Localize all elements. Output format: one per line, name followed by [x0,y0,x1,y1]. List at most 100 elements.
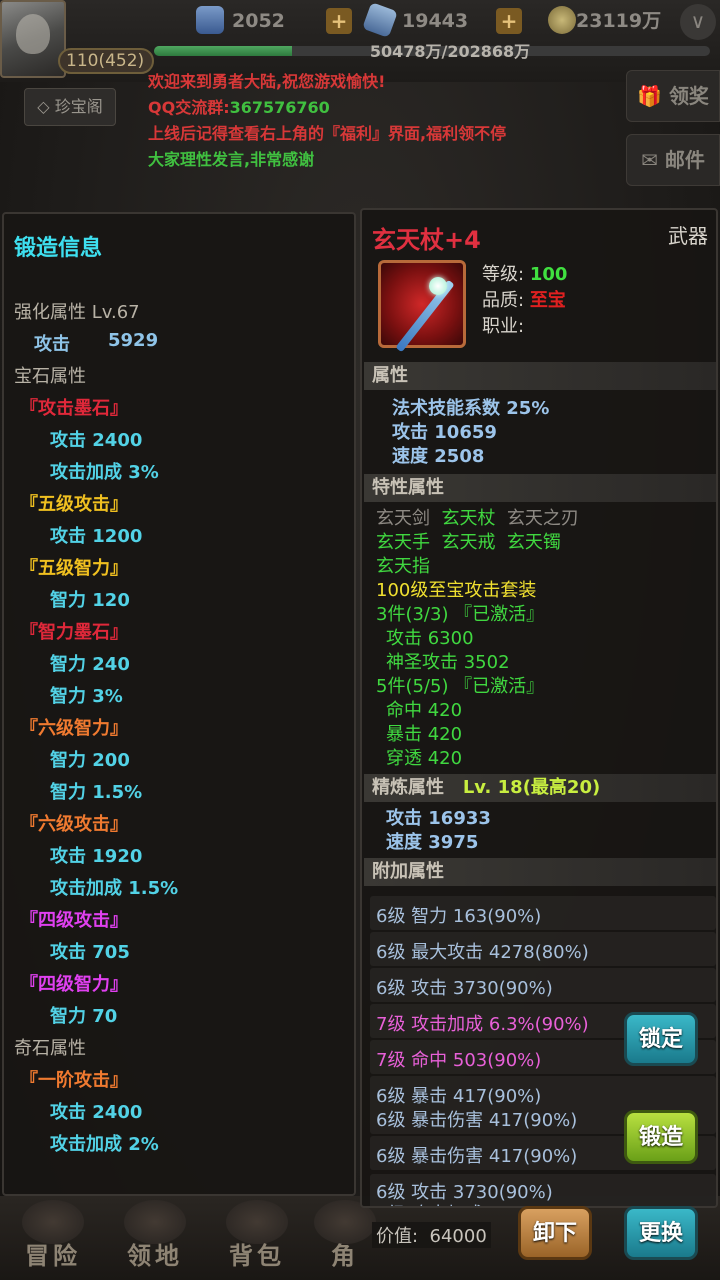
set-piece: 玄天镯 [506,532,561,553]
odd-gem-name: 『一阶攻击』 [20,1070,128,1091]
chat-qq-number: 367576760 [229,98,330,117]
lock-button[interactable]: 锁定 [624,1012,698,1066]
player-avatar[interactable] [0,0,66,78]
set-piece: 玄天戒 [441,532,496,553]
job-label: 职业: [482,316,525,337]
extra-attr: 6级 暴击伤害 417(90%) [376,1110,578,1131]
extra-attr: 6级 攻击 3730(90%) [376,978,553,999]
strengthen-stat-value: 5929 [108,330,159,351]
set-bonus-stat: 神圣攻击 3502 [386,652,510,673]
reward-button[interactable]: 🎁 领奖 [626,70,720,122]
gem-stat: 智力 70 [50,1006,118,1027]
quality-label: 品质: [482,290,525,311]
add-diamond-button[interactable]: + [326,8,352,34]
gem-stat: 智力 240 [50,654,130,675]
gold-coin-icon [548,6,576,34]
game-screen: { "topbar": { "level": "110(452)", "diam… [0,0,720,1280]
item-name: 玄天杖+4 [372,226,481,254]
set-piece: 玄天手 [376,532,430,553]
refine-stat: 速度 3975 [386,832,479,853]
set-title: 100级至宝攻击套装 [376,580,537,601]
forge-info-panel: 锻造信息 强化属性 Lv.67 攻击 5929 宝石属性 『攻击墨石』 攻击 2… [2,212,356,1196]
bottom-nav: 冒险 领地 背包 角 [0,1196,720,1280]
gem-stat: 攻击 705 [50,942,130,963]
chat-message-2: QQ交流群:367576760 [148,94,330,118]
nav-territory[interactable]: 领地 [110,1196,200,1280]
exp-bar-fill [154,46,293,56]
treasure-pavilion-button[interactable]: ◇ 珍宝阁 [24,88,116,126]
level-line: 等级: 100 [482,260,567,286]
unequip-button[interactable]: 卸下 [518,1206,592,1260]
attr-section-header: 属性 [364,362,716,390]
attr-line: 法术技能系数 25% [392,398,550,419]
extra-attr: 7级 命中 503(90%) [376,1050,542,1071]
set-piece: 玄天之刃 [506,508,579,529]
gem-stat: 攻击 1200 [50,526,143,547]
job-line: 职业: [482,312,524,338]
gem-stat: 智力 3% [50,686,123,707]
chat-message-4: 大家理性发言,非常感谢 [148,146,314,170]
mail-button[interactable]: ✉ 邮件 [626,134,720,186]
odd-gem-stat: 攻击加成 2% [50,1134,159,1155]
gem-name: 『五级攻击』 [20,494,128,515]
exp-text: 50478万/202868万 [369,42,531,61]
forge-button[interactable]: 锻造 [624,1110,698,1164]
gem-stat: 智力 200 [50,750,130,771]
level-indicator: 110(452) [58,48,154,74]
extra-attr: 6级 最大攻击 4278(80%) [376,942,589,963]
quality-line: 品质: 至宝 [482,286,566,312]
expand-chevron-icon[interactable]: ∨ [680,4,716,40]
diamond-count: 2052 [232,10,285,32]
nav-adventure[interactable]: 冒险 [8,1196,98,1280]
trait-section-header: 特性属性 [364,474,716,502]
refine-stat: 攻击 16933 [386,808,491,829]
add-crystal-button[interactable]: + [496,8,522,34]
chat-text: 上线后记得查看右上角的『福利』界面,福利领不停 [148,124,507,143]
attr-line: 攻击 10659 [392,422,497,443]
gem-name: 『攻击墨石』 [20,398,128,419]
gem-label: 宝石属性 [14,366,86,387]
set-piece: 玄天指 [376,556,430,577]
set-bonus-stat: 暴击 420 [386,724,463,745]
gem-name: 『五级智力』 [20,558,128,579]
quality-value: 至宝 [529,290,566,311]
set-bonus-stat: 攻击 6300 [386,628,474,649]
strengthen-stat-name: 攻击 [34,334,70,355]
forge-info-title: 锻造信息 [14,236,103,261]
nav-label: 背包 [229,1242,285,1270]
strengthen-label: 强化属性 Lv.67 [14,302,140,323]
chat-text: 大家理性发言,非常感谢 [148,150,315,169]
crystal-icon [362,2,398,38]
gem-stat: 攻击加成 1.5% [50,878,179,899]
gem-name: 『智力墨石』 [20,622,128,643]
item-type: 武器 [668,224,708,248]
price-line: 价值: 64000 [372,1222,491,1248]
gem-name: 『六级攻击』 [20,814,128,835]
set-piece: 玄天杖 [441,508,496,529]
staff-icon [378,260,466,353]
extra-attr: 6级 暴击伤害 417(90%) [376,1146,578,1167]
level-label: 等级: [482,264,525,285]
extra-attr: 6级 暴击 417(90%) [376,1086,542,1107]
gem-stat: 攻击 2400 [50,430,143,451]
gem-name: 『四级智力』 [20,974,128,995]
set-bonus-stat: 命中 420 [386,700,463,721]
chat-message-1: 欢迎来到勇者大陆,祝您游戏愉快! [148,68,385,92]
nav-label: 冒险 [25,1242,81,1270]
staff-orb [429,277,447,295]
price-value: 64000 [429,1226,487,1247]
replace-button[interactable]: 更换 [624,1206,698,1260]
odd-gem-label: 奇石属性 [14,1038,86,1059]
refine-head-label: 精炼属性 [372,777,444,798]
mail-label: 邮件 [664,148,705,172]
gem-stat: 攻击 1920 [50,846,143,867]
refine-level: Lv. 18(最高20) [462,777,601,798]
set-bonus-3: 3件(3/3) 『已激活』 [376,604,545,625]
attr-line: 速度 2508 [392,446,485,467]
gem-stat: 攻击加成 3% [50,462,159,483]
extra-attr: 6级 智力 163(90%) [376,906,542,927]
nav-bag[interactable]: 背包 [212,1196,302,1280]
extra-attr: 7级 攻击加成 6.3%(90%) [376,1014,589,1035]
treasure-button-label: 珍宝阁 [54,97,103,116]
chat-text: 欢迎来到勇者大陆,祝您游戏愉快! [148,72,386,91]
